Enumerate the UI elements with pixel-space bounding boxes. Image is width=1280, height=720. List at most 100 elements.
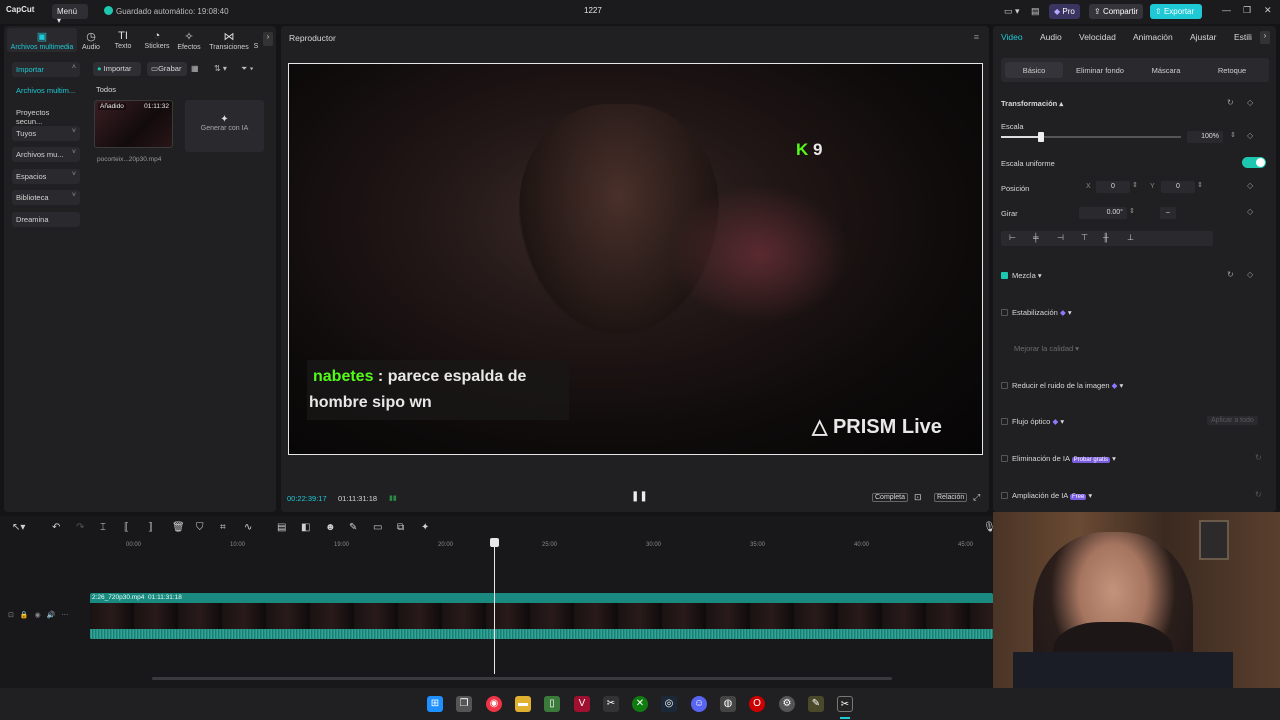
filter-icon[interactable]: ⏷ ▾ <box>241 64 254 74</box>
rotate-field[interactable]: 0.00° <box>1079 207 1127 219</box>
layout-icon[interactable]: ▭ ▾ <box>1004 6 1020 17</box>
sidebar-item-spaces[interactable]: Espacios ˅ <box>12 169 80 184</box>
reset-icon[interactable]: ↻ <box>1227 270 1234 279</box>
reset-icon[interactable]: ↻ <box>1227 98 1234 107</box>
freeze-icon[interactable]: ▤ <box>277 522 286 533</box>
pos-y-field[interactable]: 0 <box>1161 181 1195 193</box>
full-button[interactable]: Completa <box>872 493 908 502</box>
export-button[interactable]: ⇧ Exportar <box>1150 4 1202 19</box>
sort-icon[interactable]: ⇅ ▾ <box>214 64 227 73</box>
import-button[interactable]: ● Importar <box>93 62 141 76</box>
scale-value-field[interactable]: 100% <box>1187 131 1223 143</box>
trim-right-icon[interactable]: ⟧ <box>148 522 153 533</box>
tab-style[interactable]: Estili <box>1234 32 1252 42</box>
sidebar-item-subprojects[interactable]: Proyectos secun... <box>12 105 80 126</box>
close-icon[interactable]: ✕ <box>1264 5 1272 16</box>
mirror-icon[interactable]: ◧ <box>301 522 310 533</box>
sidebar-item-files[interactable]: Archivos mu... ˅ <box>12 147 80 162</box>
blend-checkbox[interactable] <box>1001 272 1008 279</box>
vector-icon[interactable]: V <box>574 696 590 712</box>
stepper-icon[interactable]: ⇕ <box>1197 181 1203 189</box>
playhead-handle[interactable] <box>490 538 499 547</box>
align-left-icon[interactable]: ⊢ <box>1009 233 1016 242</box>
steam-icon[interactable]: ◎ <box>661 696 677 712</box>
generate-ai-card[interactable]: ✦ Generar con IA <box>185 100 264 152</box>
optical-flow-section[interactable]: Flujo óptico ◆ ▾ <box>1001 417 1064 426</box>
reset-icon[interactable]: ↻ <box>1255 490 1262 499</box>
align-bottom-icon[interactable]: ⊥ <box>1127 233 1134 242</box>
tab-audio-props[interactable]: Audio <box>1040 32 1062 42</box>
ratio-button[interactable]: Relación <box>934 493 968 502</box>
stabilization-checkbox[interactable] <box>1001 309 1008 316</box>
tab-text[interactable]: TI Texto <box>112 30 134 50</box>
sidebar-item-import[interactable]: Importar ˄ <box>12 62 80 77</box>
keyframe-icon[interactable]: ◇ <box>1247 270 1253 279</box>
hamburger-icon[interactable]: ≡ <box>974 32 979 42</box>
delete-icon[interactable]: 🗑 <box>172 522 185 533</box>
pos-x-field[interactable]: 0 <box>1096 181 1130 193</box>
keyframe-icon[interactable]: ◇ <box>1247 181 1253 190</box>
ai-upscale-checkbox[interactable] <box>1001 492 1008 499</box>
stabilization-section[interactable]: Estabilización ◆ ▾ <box>1001 308 1072 317</box>
stepper-icon[interactable]: ⇕ <box>1230 131 1236 139</box>
keyframe-icon[interactable]: ◇ <box>1247 98 1253 107</box>
stepper-icon[interactable]: ⇕ <box>1132 181 1138 189</box>
tab-animation[interactable]: Animación <box>1133 32 1173 42</box>
noise-section[interactable]: Reducir el ruido de la imagen ◆ ▾ <box>1001 381 1123 390</box>
tab-stickers[interactable]: ◔ Stickers <box>142 30 172 50</box>
grid-view-icon[interactable]: ▦ <box>191 64 199 73</box>
noise-checkbox[interactable] <box>1001 382 1008 389</box>
reset-icon[interactable]: ↻ <box>1255 453 1262 462</box>
keyframe-icon[interactable]: ◇ <box>1247 131 1253 140</box>
tab-video[interactable]: Video <box>1001 32 1023 42</box>
sidebar-item-dreamina[interactable]: Dreamina <box>12 212 80 227</box>
opera-icon[interactable]: O <box>749 696 765 712</box>
keyframe-icon[interactable]: ◇ <box>1247 207 1253 216</box>
video-clip[interactable]: 2:26_720p30.mp4 01:11:31:18 <box>90 593 993 639</box>
editor-icon[interactable]: ✎ <box>808 696 824 712</box>
tab-more[interactable]: .S <box>253 30 259 50</box>
settings-icon[interactable]: ⚙ <box>779 696 795 712</box>
undo-icon[interactable]: ↶ <box>52 522 60 533</box>
apply-all-button[interactable]: Aplicar a todo <box>1207 416 1258 425</box>
fullscreen-icon[interactable]: ⤢ <box>973 492 980 503</box>
project-title[interactable]: 1227 <box>584 6 602 15</box>
tab-adjust[interactable]: Ajustar <box>1190 32 1216 42</box>
subtab-mask[interactable]: Máscara <box>1137 62 1195 78</box>
minimize-icon[interactable]: — <box>1222 5 1231 15</box>
align-right-icon[interactable]: ⊣ <box>1057 233 1064 242</box>
scale-slider-thumb[interactable] <box>1037 132 1044 142</box>
person-icon[interactable]: ☻ <box>325 522 336 533</box>
tab-audio[interactable]: ◷ Audio <box>80 30 102 51</box>
align-center-icon[interactable]: ╪ <box>1033 233 1039 242</box>
chevron-right-icon[interactable]: › <box>263 32 273 46</box>
pro-button[interactable]: ◆ Pro <box>1049 4 1080 19</box>
task-view-icon[interactable]: ❐ <box>456 696 472 712</box>
discord-icon[interactable]: ☺ <box>691 696 707 712</box>
split-icon[interactable]: ⌶ <box>100 522 106 533</box>
track-controls[interactable]: ⊡🔒◉🔊⋯ <box>8 611 74 619</box>
record-button[interactable]: ▭Grabar <box>147 62 187 76</box>
tab-transitions[interactable]: ⋈ Transiciones <box>208 30 250 51</box>
start-icon[interactable]: ⊞ <box>427 696 443 712</box>
shield-icon[interactable]: ⛉ <box>196 522 204 533</box>
folder-icon[interactable]: ▬ <box>515 696 531 712</box>
curve-icon[interactable]: ∿ <box>244 522 252 533</box>
share-button[interactable]: ⇪ Compartir <box>1089 4 1144 19</box>
chevron-right-icon[interactable]: › <box>1260 31 1270 44</box>
ai-removal-checkbox[interactable] <box>1001 455 1008 462</box>
capcut-icon[interactable]: ✂ <box>603 696 619 712</box>
playhead[interactable] <box>494 540 495 674</box>
align-middle-icon[interactable]: ╫ <box>1103 233 1109 242</box>
blend-section[interactable]: Mezcla ▾ <box>1001 271 1042 280</box>
stepper-icon[interactable]: ⇕ <box>1129 207 1135 215</box>
align-top-icon[interactable]: ⊤ <box>1081 233 1088 242</box>
video-preview[interactable]: K 9 nabetes : parece espalda de hombre s… <box>288 63 983 455</box>
menu-button[interactable]: Menú ▾ <box>52 4 88 25</box>
ai-sparkle-icon[interactable]: ✦ <box>421 522 429 533</box>
tab-speed[interactable]: Velocidad <box>1079 32 1116 42</box>
chrome-icon[interactable]: ◉ <box>486 696 502 712</box>
sidebar-item-media[interactable]: Archivos multim... <box>12 83 80 98</box>
caption-icon[interactable]: ▭ <box>373 522 382 533</box>
uniform-scale-toggle[interactable] <box>1242 157 1266 168</box>
